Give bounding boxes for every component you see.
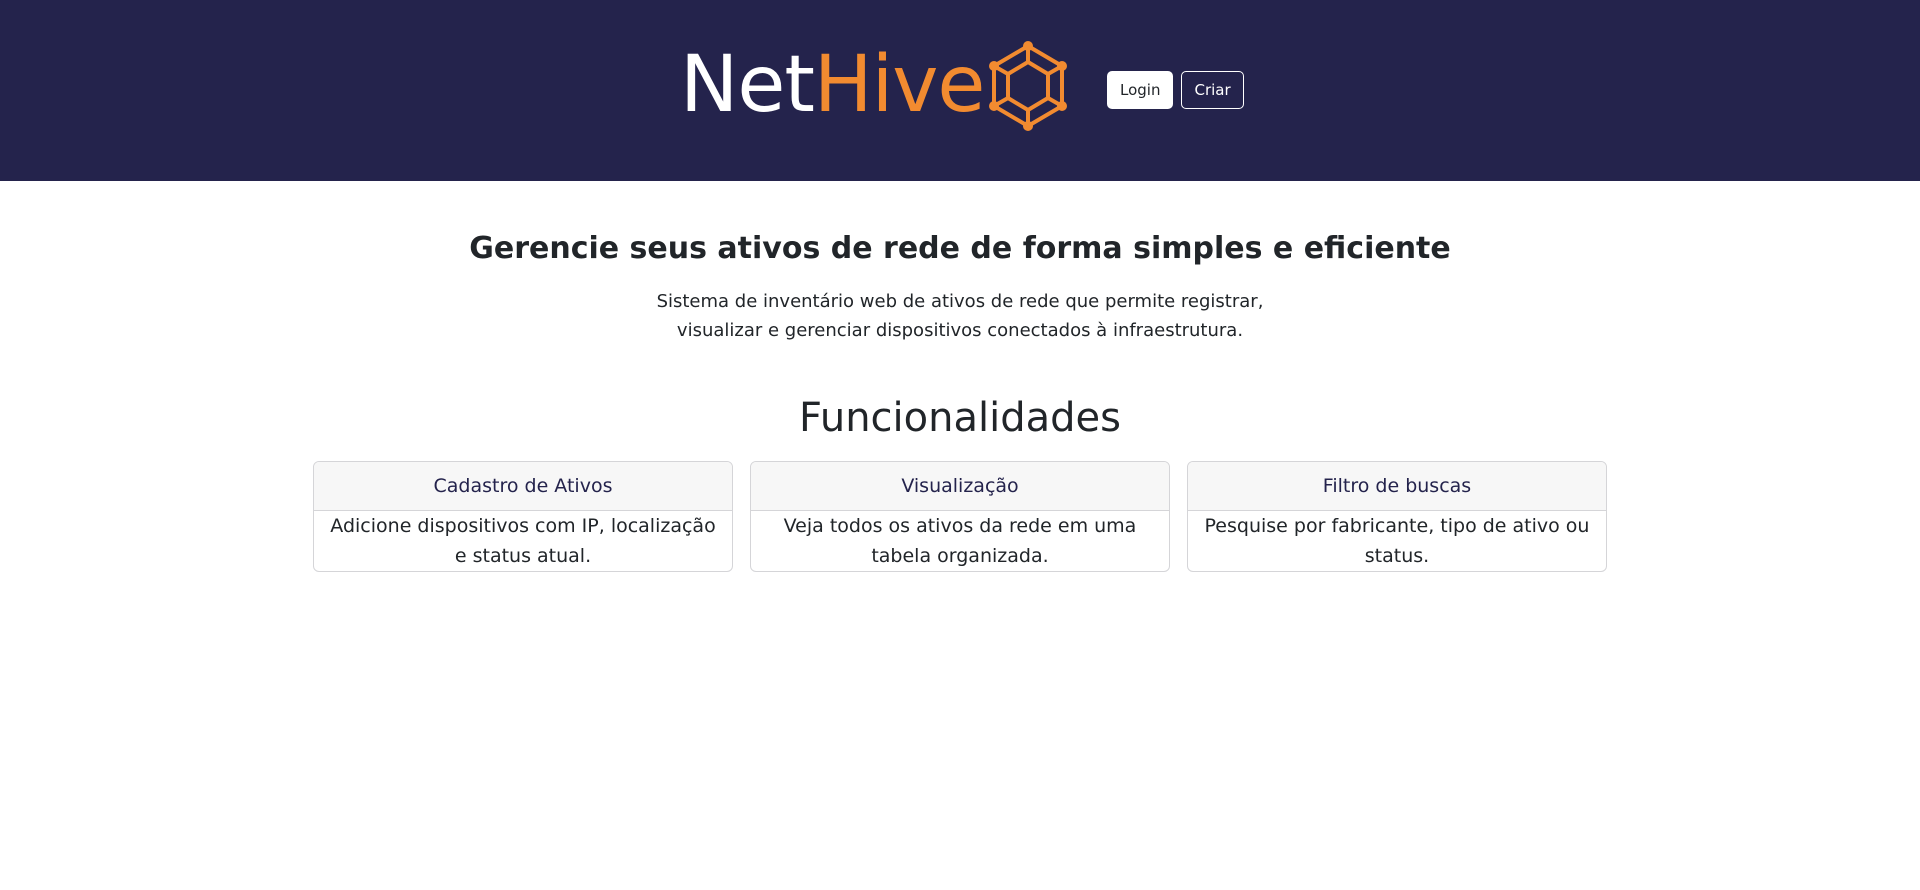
feature-card-cadastro: Cadastro de Ativos Adicione dispositivos… [313, 461, 733, 572]
feature-card-title: Filtro de buscas [1188, 462, 1606, 511]
site-header: NetHive Login Criar [0, 0, 1920, 181]
feature-card-title: Visualização [751, 462, 1169, 511]
feature-card-filtro: Filtro de buscas Pesquise por fabricante… [1187, 461, 1607, 572]
feature-card-body: Pesquise por fabricante, tipo de ativo o… [1204, 515, 1590, 567]
brand-logo-link[interactable]: NetHive [680, 38, 1070, 132]
header-actions: Login Criar [1107, 71, 1244, 109]
hero-section: Gerencie seus ativos de rede de forma si… [0, 181, 1920, 345]
login-button[interactable]: Login [1107, 71, 1174, 109]
feature-card-body: Adicione dispositivos com IP, localizaçã… [330, 515, 716, 567]
brand-name-net: Net [680, 40, 815, 130]
hero-title: Gerencie seus ativos de rede de forma si… [469, 231, 1451, 266]
brand-name: NetHive [680, 40, 985, 130]
criar-button[interactable]: Criar [1181, 71, 1244, 109]
feature-card-visualizacao: Visualização Veja todos os ativos da red… [750, 461, 1170, 572]
features-title: Funcionalidades [799, 395, 1121, 441]
hero-description: Sistema de inventário web de ativos de r… [656, 291, 1264, 341]
features-cards: Cadastro de Ativos Adicione dispositivos… [0, 461, 1920, 572]
feature-card-title: Cadastro de Ativos [314, 462, 732, 511]
main-content: Gerencie seus ativos de rede de forma si… [0, 181, 1920, 572]
feature-card-body: Veja todos os ativos da rede em uma tabe… [783, 515, 1137, 567]
hexagon-network-icon [989, 41, 1068, 131]
brand-name-hive: Hive [813, 40, 985, 130]
